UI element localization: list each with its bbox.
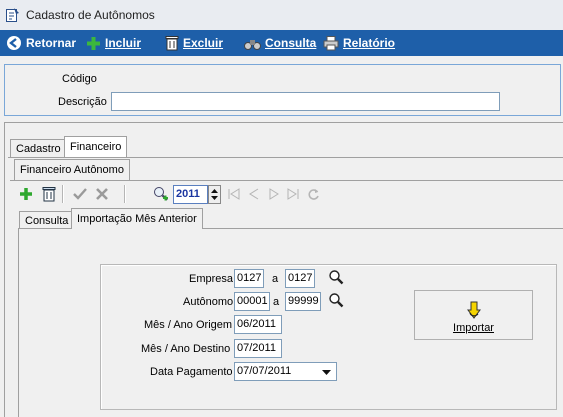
mes-origem-label: Mês / Ano Origem (144, 319, 233, 331)
window-title: Cadastro de Autônomos (26, 8, 155, 22)
mes-destino-label: Mês / Ano Destino (141, 343, 231, 355)
autonomo-label: Autônomo (183, 296, 234, 308)
importar-button[interactable]: Importar (414, 290, 533, 340)
incluir-label: Incluir (105, 36, 142, 50)
binoculars-icon (244, 39, 261, 50)
refresh-icon[interactable] (307, 188, 320, 204)
nav-prev-icon[interactable] (248, 188, 260, 203)
nav-next-icon[interactable] (268, 188, 280, 203)
empresa-label: Empresa (189, 273, 234, 285)
year-spinner[interactable] (208, 185, 221, 204)
calendar-dropdown-button[interactable] (322, 367, 331, 379)
import-arrow-icon (467, 301, 481, 319)
autonomo-search-button[interactable] (327, 291, 345, 309)
mes-origem-field[interactable]: 06/2011 (234, 315, 282, 334)
cancel-button[interactable] (93, 185, 111, 203)
empresa-from-field[interactable]: 0127 (234, 269, 264, 288)
tab-financeiro[interactable]: Financeiro (64, 136, 128, 157)
check-icon (73, 188, 87, 200)
descricao-label: Descrição (58, 96, 107, 108)
empresa-search-button[interactable] (327, 268, 345, 286)
importar-label: Importar (453, 322, 494, 334)
confirm-button[interactable] (71, 185, 89, 203)
toolbar-separator (124, 185, 126, 203)
retornar-label: Retornar (26, 36, 77, 50)
magnifier-icon (154, 187, 168, 201)
magnifier-icon (329, 293, 344, 308)
plus-icon (87, 36, 100, 50)
data-pagamento-value: 07/07/2011 (237, 365, 292, 377)
toolbar-separator (62, 185, 64, 203)
relatorio-label: Relatório (343, 36, 396, 50)
excluir-label: Excluir (183, 36, 224, 50)
app-form-icon (6, 8, 19, 22)
descricao-field[interactable] (111, 92, 500, 111)
add-record-button[interactable] (17, 185, 35, 203)
search-year-button[interactable] (152, 185, 170, 203)
trash-icon (165, 36, 179, 51)
back-arrow-icon (7, 36, 21, 50)
close-icon (96, 188, 108, 200)
empresa-to-field[interactable]: 0127 (285, 269, 315, 288)
main-toolbar: Retornar Incluir Excluir Consulta Relató… (0, 30, 563, 56)
chevron-down-icon (322, 370, 331, 375)
incluir-button[interactable]: Incluir (86, 34, 141, 52)
plus-icon (20, 188, 32, 200)
data-pagamento-label: Data Pagamento (150, 366, 233, 378)
codigo-label: Código (62, 73, 97, 85)
autonomo-to-field[interactable]: 99999 (285, 292, 321, 311)
tab-cadastro[interactable]: Cadastro (10, 139, 67, 157)
title-bar: Cadastro de Autônomos (0, 0, 563, 31)
empresa-separator: a (272, 273, 279, 285)
excluir-button[interactable]: Excluir (165, 34, 223, 52)
magnifier-icon (329, 270, 344, 285)
year-field[interactable]: 2011 (173, 185, 208, 204)
delete-record-button[interactable] (40, 185, 58, 203)
consulta-button[interactable]: Consulta (244, 34, 316, 52)
printer-icon (323, 35, 339, 50)
autonomo-separator: a (273, 296, 280, 308)
consulta-label: Consulta (265, 36, 317, 50)
trash-icon (42, 187, 56, 202)
relatorio-button[interactable]: Relatório (323, 34, 395, 52)
spin-arrows-icon (211, 189, 218, 200)
mes-destino-field[interactable]: 07/2011 (234, 339, 282, 358)
tab-importacao-mes-anterior[interactable]: Importação Mês Anterior (71, 208, 203, 229)
nav-first-icon[interactable] (228, 188, 240, 203)
retornar-button[interactable]: Retornar (6, 34, 76, 52)
tab-financeiro-autonomo[interactable]: Financeiro Autônomo (14, 159, 130, 180)
tab-consulta[interactable]: Consulta (19, 211, 75, 229)
nav-last-icon[interactable] (287, 188, 299, 203)
autonomo-from-field[interactable]: 00001 (234, 292, 270, 311)
